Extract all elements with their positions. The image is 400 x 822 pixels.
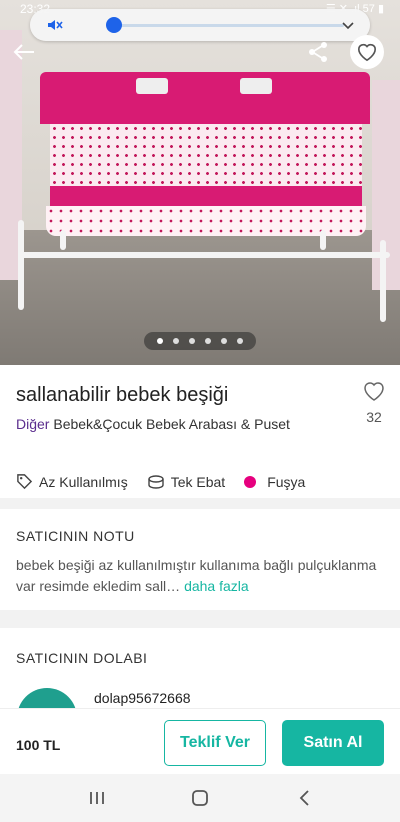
make-offer-button[interactable]: Teklif Ver <box>164 720 266 766</box>
system-nav-bar <box>0 774 400 822</box>
color-label: Fuşya <box>267 473 306 490</box>
photo-curtain-right <box>372 80 400 290</box>
crib-rail <box>20 252 390 258</box>
carousel-dot[interactable] <box>221 338 227 344</box>
like-counter[interactable]: 32 <box>358 380 390 425</box>
crib-leg <box>320 230 326 250</box>
home-icon[interactable] <box>190 788 210 808</box>
chevron-down-icon[interactable] <box>340 17 356 33</box>
carousel-dot[interactable] <box>237 338 243 344</box>
read-more-link[interactable]: daha fazla <box>184 578 249 594</box>
carousel-indicator[interactable] <box>144 332 256 350</box>
heart-icon <box>364 382 384 401</box>
attribute-condition: Az Kullanılmış <box>16 473 128 490</box>
attribute-size: Tek Ebat <box>147 474 225 490</box>
crib-dotted-panel <box>50 124 362 186</box>
product-photo[interactable] <box>0 0 400 365</box>
crib-ruffle <box>46 206 366 236</box>
carousel-dot[interactable] <box>173 338 179 344</box>
attribute-row: Az Kullanılmış Tek Ebat Fuşya <box>16 473 324 490</box>
color-swatch <box>244 475 257 488</box>
closet-title: SATICININ DOLABI <box>16 650 148 666</box>
carousel-dot[interactable] <box>189 338 195 344</box>
price: 100 TL <box>16 737 61 753</box>
favorite-button[interactable] <box>350 35 384 69</box>
heart-icon <box>357 43 377 62</box>
seller-username[interactable]: dolap95672668 <box>94 690 191 706</box>
seller-note-title: SATICININ NOTU <box>16 528 135 544</box>
seller-note-section: SATICININ NOTU bebek beşiği az kullanılm… <box>0 509 400 610</box>
buy-button[interactable]: Satın Al <box>282 720 384 766</box>
volume-track[interactable] <box>114 24 344 27</box>
crib-leg <box>60 230 66 250</box>
screen: 23:32 ☰ ✕ .ıl 57 ▮ sallanabilir bebek be… <box>0 0 400 822</box>
crib-top <box>40 72 370 124</box>
breadcrumb: Diğer Bebek&Çocuk Bebek Arabası & Puset <box>16 416 290 432</box>
listing-details: sallanabilir bebek beşiği 32 Diğer Bebek… <box>0 365 400 498</box>
seller-note-text: bebek beşiği az kullanılmıştır kullanıma… <box>16 555 386 597</box>
crib-band <box>50 186 362 206</box>
size-label: Tek Ebat <box>170 473 226 490</box>
volume-slider-handle[interactable] <box>106 17 122 33</box>
attribute-color: Fuşya <box>244 474 305 490</box>
mute-icon[interactable] <box>46 16 64 34</box>
condition-label: Az Kullanılmış <box>39 473 128 490</box>
listing-title: sallanabilir bebek beşiği <box>16 384 229 406</box>
back-arrow-icon[interactable] <box>10 40 38 64</box>
category-path[interactable]: Bebek&Çocuk Bebek Arabası & Puset <box>53 416 290 432</box>
size-icon <box>148 474 164 489</box>
share-icon[interactable] <box>306 40 330 64</box>
recents-icon[interactable] <box>87 788 107 808</box>
nav-back-icon[interactable] <box>295 788 315 808</box>
purchase-bar: 100 TL Teklif Ver Satın Al <box>0 708 400 774</box>
tag-icon <box>17 474 33 490</box>
like-count: 32 <box>366 409 382 425</box>
carousel-dot[interactable] <box>157 338 163 344</box>
brand-link[interactable]: Diğer <box>16 416 49 432</box>
carousel-dot[interactable] <box>205 338 211 344</box>
volume-panel <box>30 9 370 41</box>
crib-leg <box>18 220 24 310</box>
